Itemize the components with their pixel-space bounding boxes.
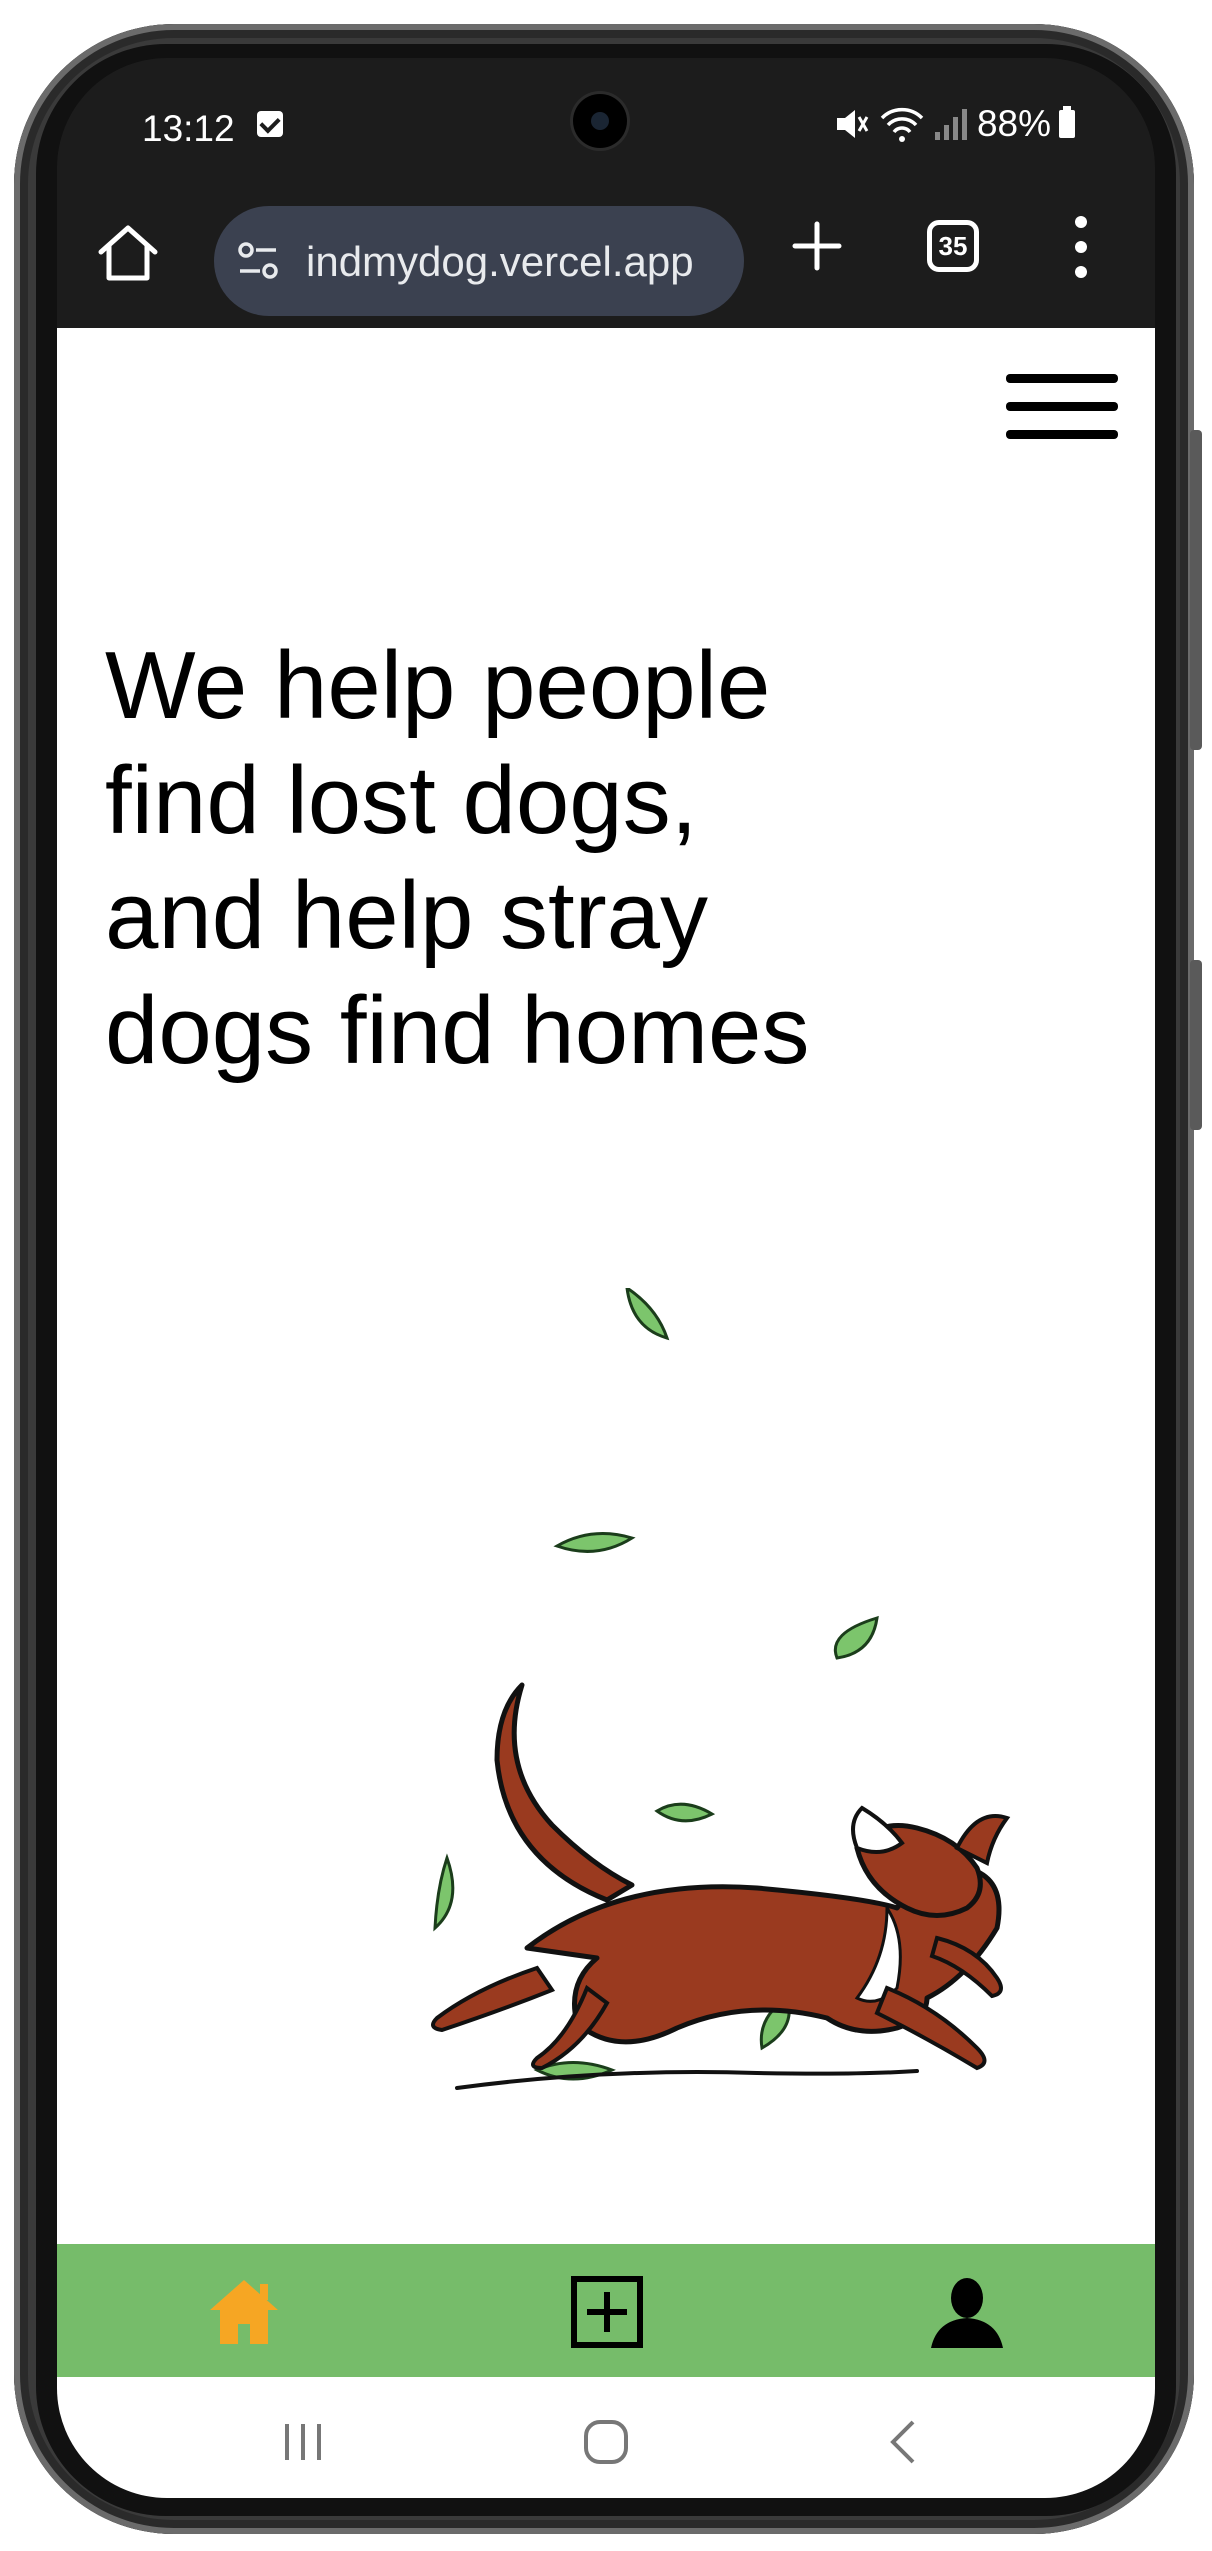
hamburger-menu-icon[interactable] — [1006, 372, 1118, 442]
battery-icon — [1059, 106, 1075, 138]
hero-headline: We help people find lost dogs, and help … — [105, 628, 905, 1088]
side-button-upper — [1190, 430, 1202, 750]
notification-check-icon — [257, 111, 283, 137]
home-circle-icon[interactable] — [576, 2412, 636, 2472]
address-bar[interactable]: indmydog.vercel.app — [214, 206, 744, 316]
back-icon[interactable] — [875, 2412, 935, 2472]
more-options-icon[interactable] — [1072, 214, 1090, 280]
signal-icon — [934, 109, 967, 140]
front-camera — [573, 94, 627, 148]
screen: 13:12 88% indmydog.vercel.app 35 We help… — [57, 58, 1155, 2498]
recent-apps-icon[interactable] — [273, 2412, 333, 2472]
status-bar: 13:12 88% — [57, 58, 1155, 178]
device-bezel: 13:12 88% indmydog.vercel.app 35 We help… — [36, 44, 1176, 2516]
web-page: We help people find lost dogs, and help … — [57, 328, 1155, 2244]
tab-switcher-button[interactable]: 35 — [927, 220, 979, 272]
running-dog-illustration — [431, 1288, 1011, 2090]
battery-percent: 88% — [976, 103, 1051, 144]
dog-back-leg — [431, 1965, 556, 2033]
home-icon[interactable] — [206, 2274, 282, 2350]
wifi-icon — [880, 107, 924, 142]
dog-tail — [494, 1682, 635, 1903]
url-text: indmydog.vercel.app — [306, 238, 694, 285]
status-time: 13:12 — [142, 108, 235, 149]
system-navigation-bar — [57, 2377, 1155, 2498]
headline-line: find lost dogs, — [105, 747, 698, 854]
browser-home-icon[interactable] — [93, 218, 163, 288]
ground-line — [455, 2069, 919, 2090]
bottom-navigation — [57, 2244, 1155, 2377]
add-box-icon[interactable] — [569, 2274, 645, 2350]
side-button-lower — [1190, 960, 1202, 1130]
browser-toolbar: indmydog.vercel.app 35 — [57, 178, 1155, 328]
status-indicators: 88% — [831, 102, 1075, 146]
headline-line: dogs find homes — [105, 977, 810, 1084]
user-icon[interactable] — [929, 2274, 1005, 2350]
site-settings-icon[interactable] — [236, 239, 282, 283]
mute-icon — [836, 110, 869, 138]
headline-line: We help people — [105, 632, 771, 739]
new-tab-icon[interactable] — [787, 216, 847, 276]
headline-line: and help stray — [105, 862, 709, 969]
